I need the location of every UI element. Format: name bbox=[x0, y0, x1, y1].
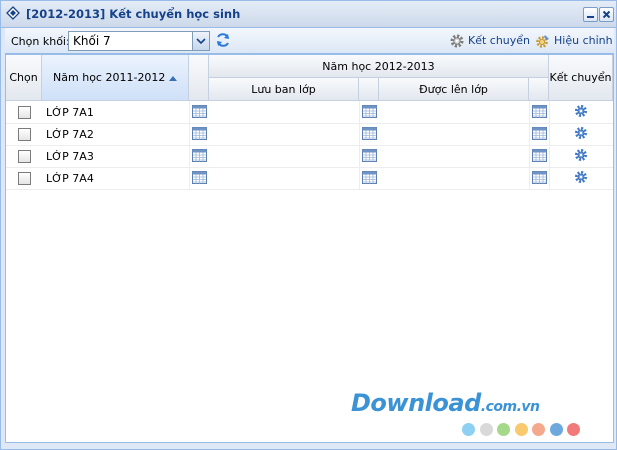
window-titlebar: [2012-2013] Kết chuyển học sinh bbox=[1, 1, 616, 28]
row-divider bbox=[359, 145, 360, 167]
row-divider bbox=[549, 123, 550, 145]
table-row: LỚP 7A2 bbox=[6, 123, 613, 146]
calendar-icon[interactable] bbox=[532, 149, 547, 162]
edit-button-label: Hiệu chỉnh bbox=[554, 34, 613, 47]
calendar-icon[interactable] bbox=[532, 171, 547, 184]
row-checkbox[interactable] bbox=[18, 172, 31, 185]
watermark-dot bbox=[532, 423, 545, 436]
row-checkbox[interactable] bbox=[18, 106, 31, 119]
header-retain-label: Lưu ban lớp bbox=[251, 83, 316, 96]
header-select-label: Chọn bbox=[9, 71, 38, 84]
transfer-gear-icon[interactable] bbox=[574, 104, 588, 118]
calendar-icon[interactable] bbox=[192, 171, 207, 184]
watermark-dot bbox=[479, 423, 493, 436]
calendar-icon[interactable] bbox=[532, 127, 547, 140]
header-retain-spacer bbox=[359, 78, 379, 101]
watermark-dot bbox=[567, 423, 580, 436]
window-diamond-icon bbox=[6, 6, 20, 20]
calendar-icon[interactable] bbox=[192, 149, 207, 162]
calendar-icon[interactable] bbox=[532, 105, 547, 118]
header-spacer bbox=[189, 55, 209, 101]
row-divider bbox=[189, 145, 190, 167]
header-year-new: Năm học 2012-2013 bbox=[209, 55, 549, 78]
transfer-window: [2012-2013] Kết chuyển học sinh Chọn khố… bbox=[0, 0, 617, 450]
calendar-icon[interactable] bbox=[362, 171, 377, 184]
row-divider bbox=[359, 101, 360, 123]
header-select[interactable]: Chọn bbox=[6, 55, 42, 101]
refresh-icon[interactable] bbox=[215, 32, 231, 48]
close-icon bbox=[602, 10, 611, 19]
row-divider bbox=[549, 101, 550, 123]
header-year-new-label: Năm học 2012-2013 bbox=[322, 60, 435, 73]
header-promote[interactable]: Được lên lớp bbox=[379, 78, 529, 101]
close-button[interactable] bbox=[599, 7, 614, 22]
grade-select-trigger[interactable] bbox=[192, 32, 209, 50]
table-row: LỚP 7A4 bbox=[6, 167, 613, 190]
class-name: LỚP 7A4 bbox=[46, 172, 94, 185]
header-year-old-label: Năm học 2011-2012 bbox=[42, 71, 188, 84]
watermark-dot bbox=[549, 423, 563, 436]
sort-ascending-icon bbox=[168, 76, 177, 81]
row-divider bbox=[549, 145, 550, 167]
table-row: LỚP 7A3 bbox=[6, 145, 613, 168]
grade-select[interactable]: Khối 7 bbox=[68, 31, 210, 51]
transfer-button[interactable]: Kết chuyển bbox=[449, 33, 531, 49]
header-retain[interactable]: Lưu ban lớp bbox=[209, 78, 359, 101]
calendar-icon[interactable] bbox=[362, 149, 377, 162]
grade-select-label: Chọn khối: bbox=[11, 35, 70, 48]
header-promote-spacer bbox=[529, 78, 549, 101]
class-name: LỚP 7A1 bbox=[46, 106, 94, 119]
calendar-icon[interactable] bbox=[362, 105, 377, 118]
watermark-dot bbox=[497, 423, 510, 436]
row-divider bbox=[189, 123, 190, 145]
row-divider bbox=[529, 167, 530, 189]
row-divider bbox=[359, 167, 360, 189]
transfer-gear-icon[interactable] bbox=[574, 126, 588, 140]
minimize-icon bbox=[587, 16, 594, 18]
calendar-icon[interactable] bbox=[192, 127, 207, 140]
header-transfer-label: Kết chuyển bbox=[549, 71, 612, 84]
edit-gear-icon bbox=[536, 35, 549, 48]
watermark-logo: Download.com.vn bbox=[351, 389, 540, 417]
chevron-down-icon bbox=[196, 38, 206, 45]
class-grid: Chọn Năm học 2011-2012 Năm học 2012-2013… bbox=[5, 54, 614, 443]
toolbar: Chọn khối: Khối 7 Kết chuyển Hiệu chỉnh bbox=[5, 28, 614, 54]
watermark-dot bbox=[514, 423, 528, 436]
header-year-old[interactable]: Năm học 2011-2012 bbox=[42, 55, 189, 101]
header-transfer[interactable]: Kết chuyển bbox=[549, 55, 613, 101]
row-divider bbox=[549, 167, 550, 189]
row-divider bbox=[529, 101, 530, 123]
window-title: [2012-2013] Kết chuyển học sinh bbox=[26, 7, 241, 21]
minimize-button[interactable] bbox=[583, 7, 598, 22]
grade-select-value: Khối 7 bbox=[73, 34, 111, 48]
row-divider bbox=[189, 101, 190, 123]
edit-button[interactable]: Hiệu chỉnh bbox=[535, 33, 613, 49]
calendar-icon[interactable] bbox=[192, 105, 207, 118]
row-checkbox[interactable] bbox=[18, 128, 31, 141]
header-year-old-text: Năm học 2011-2012 bbox=[53, 71, 166, 84]
calendar-icon[interactable] bbox=[362, 127, 377, 140]
watermark-suffix: .com.vn bbox=[480, 399, 540, 415]
row-checkbox[interactable] bbox=[18, 150, 31, 163]
row-divider bbox=[189, 167, 190, 189]
transfer-gear-icon[interactable] bbox=[574, 170, 588, 184]
row-divider bbox=[359, 123, 360, 145]
class-name: LỚP 7A3 bbox=[46, 150, 94, 163]
transfer-button-label: Kết chuyển bbox=[468, 34, 531, 47]
transfer-gear-icon[interactable] bbox=[574, 148, 588, 162]
watermark-main: Download bbox=[351, 389, 481, 417]
header-promote-label: Được lên lớp bbox=[419, 83, 488, 96]
row-divider bbox=[529, 123, 530, 145]
table-row: LỚP 7A1 bbox=[6, 101, 613, 124]
gear-icon bbox=[450, 34, 464, 48]
watermark-dot bbox=[462, 423, 475, 436]
class-name: LỚP 7A2 bbox=[46, 128, 94, 141]
row-divider bbox=[529, 145, 530, 167]
